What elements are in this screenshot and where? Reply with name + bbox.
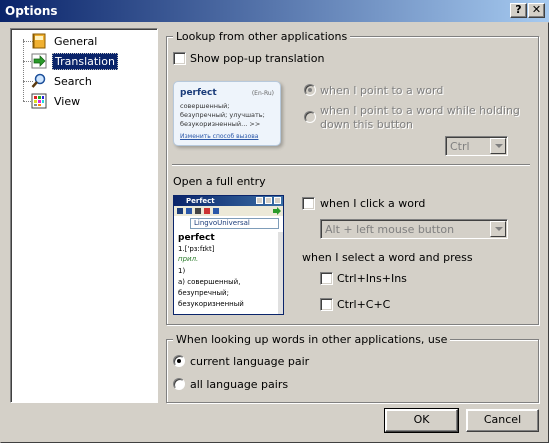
green-arrow-icon xyxy=(31,53,47,69)
point-hold-label: when I point to a word while holding dow… xyxy=(320,104,520,131)
preview-line: совершенный; xyxy=(180,102,230,110)
tree-item-search[interactable]: Search xyxy=(31,72,94,90)
ctrl-ins-label: Ctrl+Ins+Ins xyxy=(337,272,407,285)
mouse-button-select[interactable]: Alt + left mouse button xyxy=(320,219,508,239)
section-divider xyxy=(172,164,530,166)
cancel-button[interactable]: Cancel xyxy=(466,409,539,432)
notebook-icon xyxy=(31,33,47,49)
full-entry-preview-image: Perfect LingvoUniversal perfect 1.['pɜːf… xyxy=(173,195,284,315)
preview-line: а) совершенный, xyxy=(178,278,241,286)
preview-toolbar xyxy=(174,206,283,216)
title-bar: Options ? ✕ xyxy=(0,0,549,22)
ok-button[interactable]: OK xyxy=(384,408,459,433)
preview-lang: (En-Ru) xyxy=(251,90,274,97)
click-word-label: when I click a word xyxy=(320,197,426,210)
point-word-label: when I point to a word xyxy=(320,84,444,97)
lookup-legend: Lookup from other applications xyxy=(173,30,351,43)
current-pair-label: current language pair xyxy=(190,355,310,368)
show-popup-label: Show pop-up translation xyxy=(190,52,325,65)
all-pairs-label: all language pairs xyxy=(190,378,289,391)
popup-preview-image: perfect (En-Ru) совершенный; безупречный… xyxy=(173,81,281,146)
preview-sense: 1) xyxy=(178,267,186,275)
chevron-down-icon xyxy=(490,138,506,154)
chevron-down-icon xyxy=(490,221,506,237)
tree-item-translation[interactable]: Translation xyxy=(31,52,118,70)
preview-line: безукоризненный... >> xyxy=(180,120,261,128)
tree-item-view[interactable]: View xyxy=(31,92,82,110)
select-word-heading: when I select a word and press xyxy=(302,251,473,264)
hold-key-select[interactable]: Ctrl xyxy=(445,136,508,156)
preview-transcription: 1.['pɜːfɪkt] xyxy=(178,245,215,253)
lookup-scope-group xyxy=(166,339,539,403)
window-title: Options xyxy=(5,4,58,18)
preview-word: perfect xyxy=(180,88,217,98)
ctrl-c-label: Ctrl+C+C xyxy=(337,298,391,311)
current-pair-radio[interactable] xyxy=(173,355,185,367)
grid-icon xyxy=(31,93,47,109)
preview-headword: perfect xyxy=(178,233,215,243)
preview-line: безупречный; улучшать; xyxy=(180,111,265,119)
point-hold-radio[interactable] xyxy=(304,111,316,123)
magnifier-icon xyxy=(31,73,47,89)
close-button[interactable]: ✕ xyxy=(528,3,545,18)
preview-link: Изменить способ вызова xyxy=(180,133,259,140)
click-word-checkbox[interactable] xyxy=(302,197,315,210)
ctrl-c-checkbox[interactable] xyxy=(320,298,333,311)
preview-pos: прил. xyxy=(178,255,199,263)
all-pairs-radio[interactable] xyxy=(173,378,185,390)
show-popup-checkbox[interactable] xyxy=(173,52,186,65)
lookup-scope-legend: When looking up words in other applicati… xyxy=(173,333,451,346)
category-tree[interactable]: General Translation Search View xyxy=(10,28,158,403)
preview-line: безупречный; xyxy=(178,289,229,297)
full-entry-heading: Open a full entry xyxy=(173,175,266,188)
preview-line: безукоризненный xyxy=(178,300,244,308)
tree-item-general[interactable]: General xyxy=(31,32,99,50)
point-word-radio[interactable] xyxy=(304,84,316,96)
preview-dictionary-select: LingvoUniversal xyxy=(190,218,279,229)
help-button[interactable]: ? xyxy=(510,3,527,18)
ctrl-ins-checkbox[interactable] xyxy=(320,272,333,285)
